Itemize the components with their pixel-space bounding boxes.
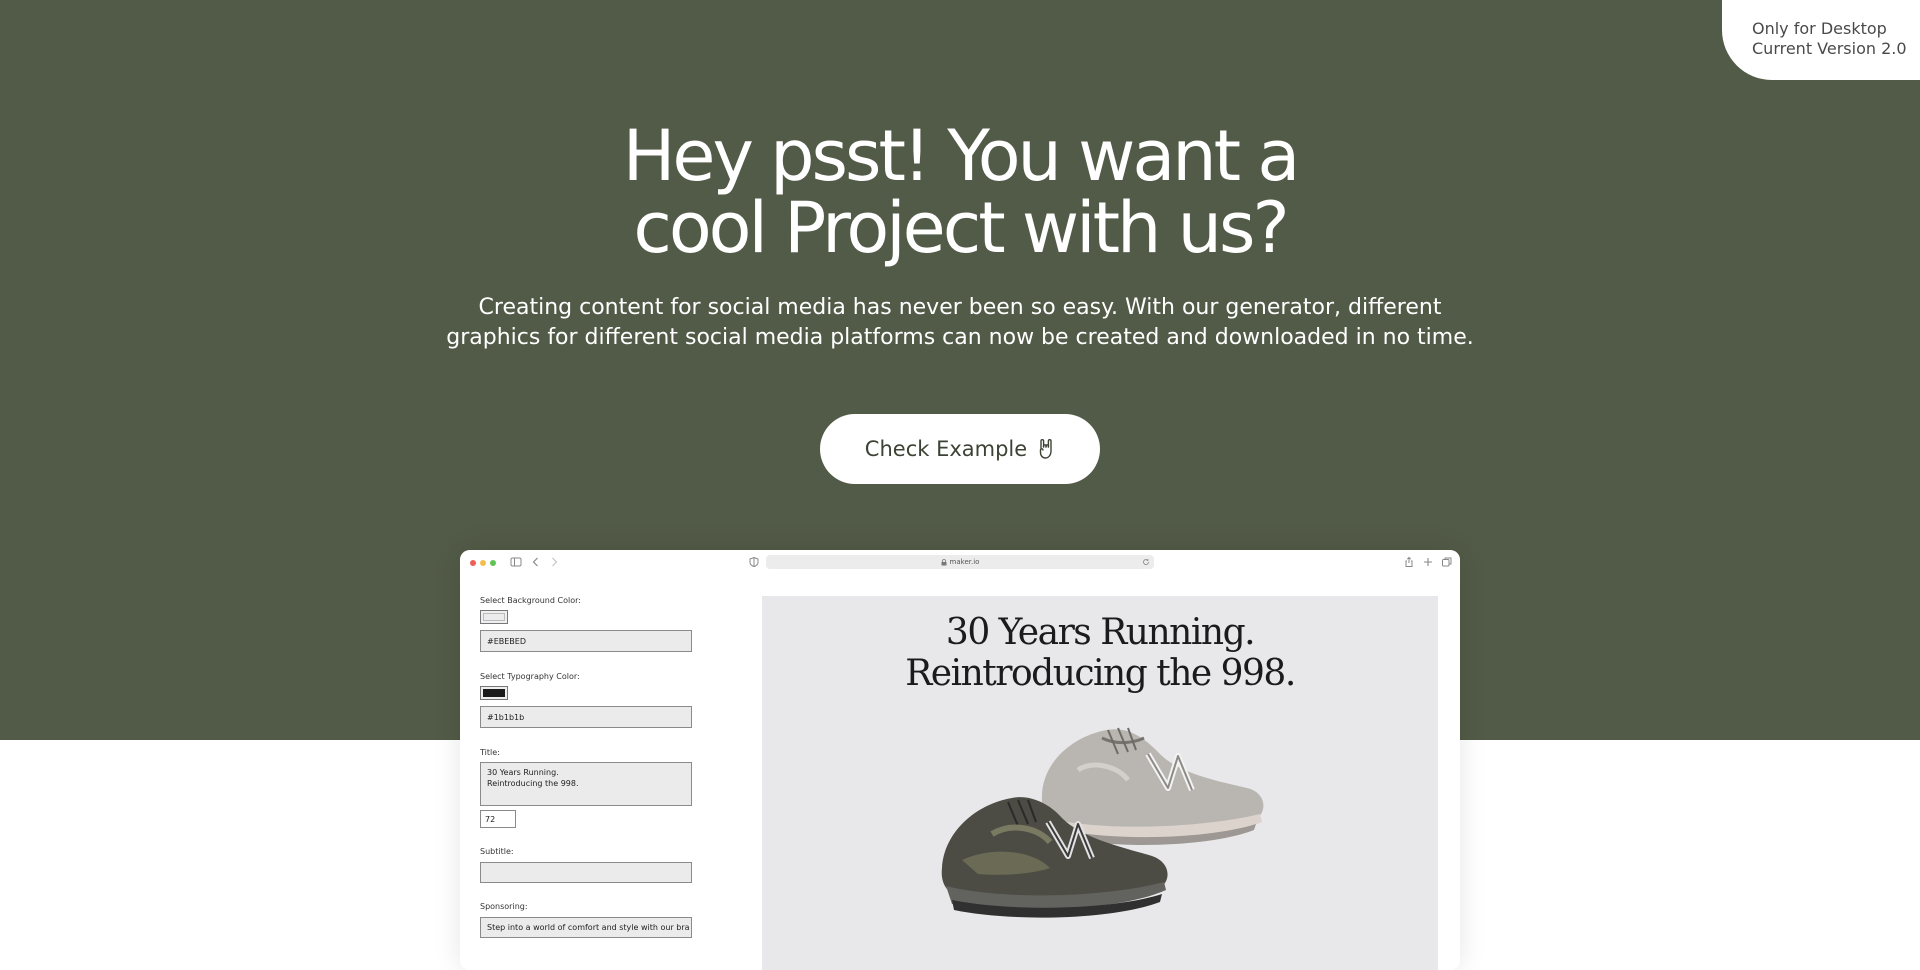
sponsoring-label: Sponsoring:: [480, 902, 528, 911]
background-color-input[interactable]: #EBEBED: [480, 630, 692, 652]
new-tab-icon[interactable]: [1422, 556, 1434, 568]
title-label: Title:: [480, 748, 500, 757]
version-badge: Only for Desktop Current Version 2.0: [1722, 0, 1920, 80]
hero-title-line-1: Hey psst! You want a: [622, 115, 1301, 197]
check-example-label: Check Example: [864, 437, 1028, 461]
typography-color-label: Select Typography Color:: [480, 672, 580, 681]
address-bar[interactable]: maker.io: [766, 555, 1154, 569]
tabs-icon[interactable]: [1441, 556, 1453, 568]
preview-title: 30 Years Running. Reintroducing the 998.: [762, 612, 1438, 694]
browser-mockup: maker.io Select Background Color: #EBEBE…: [460, 550, 1460, 970]
reload-icon[interactable]: [1142, 558, 1150, 566]
lock-icon: [941, 558, 947, 565]
hero-subtitle-line-1: Creating content for social media has ne…: [478, 295, 1442, 320]
typography-color-input[interactable]: #1b1b1b: [480, 706, 692, 728]
badge-desktop-note: Only for Desktop: [1752, 19, 1887, 38]
hero-subtitle-line-2: graphics for different social media plat…: [446, 325, 1474, 350]
hero-subtitle: Creating content for social media has ne…: [440, 293, 1480, 353]
share-icon[interactable]: [1403, 556, 1415, 568]
subtitle-input[interactable]: [480, 862, 692, 883]
hero-title: Hey psst! You want a cool Project with u…: [460, 120, 1460, 264]
browser-toolbar: maker.io: [460, 550, 1460, 575]
graphic-preview: 30 Years Running. Reintroducing the 998.: [762, 596, 1438, 970]
address-bar-url: maker.io: [949, 558, 980, 566]
title-textarea-line-1: 30 Years Running.: [487, 768, 559, 777]
title-size-input[interactable]: 72: [480, 810, 516, 828]
forward-arrow-icon[interactable]: [548, 556, 560, 568]
preview-title-line-1: 30 Years Running.: [945, 612, 1256, 653]
preview-title-line-2: Reintroducing the 998.: [905, 653, 1296, 694]
close-dot-icon[interactable]: [470, 560, 476, 566]
check-example-button[interactable]: Check Example: [820, 414, 1100, 484]
title-textarea-line-2: Reintroducing the 998.: [487, 779, 579, 788]
background-color-label: Select Background Color:: [480, 596, 581, 605]
shield-icon: [749, 556, 759, 568]
sponsoring-input[interactable]: Step into a world of comfort and style w…: [480, 917, 692, 938]
sneakers-image: [941, 727, 1264, 918]
maximize-dot-icon[interactable]: [490, 560, 496, 566]
hero-title-line-2: cool Project with us?: [633, 187, 1289, 269]
background-color-picker[interactable]: [480, 610, 508, 624]
subtitle-label: Subtitle:: [480, 847, 514, 856]
sidebar-icon[interactable]: [510, 556, 522, 568]
minimize-dot-icon[interactable]: [480, 560, 486, 566]
back-arrow-icon[interactable]: [530, 556, 542, 568]
typography-color-picker[interactable]: [480, 686, 508, 700]
title-textarea[interactable]: 30 Years Running. Reintroducing the 998.: [480, 762, 692, 806]
rock-hand-icon: [1039, 439, 1052, 459]
badge-version: Current Version 2.0: [1752, 39, 1907, 58]
